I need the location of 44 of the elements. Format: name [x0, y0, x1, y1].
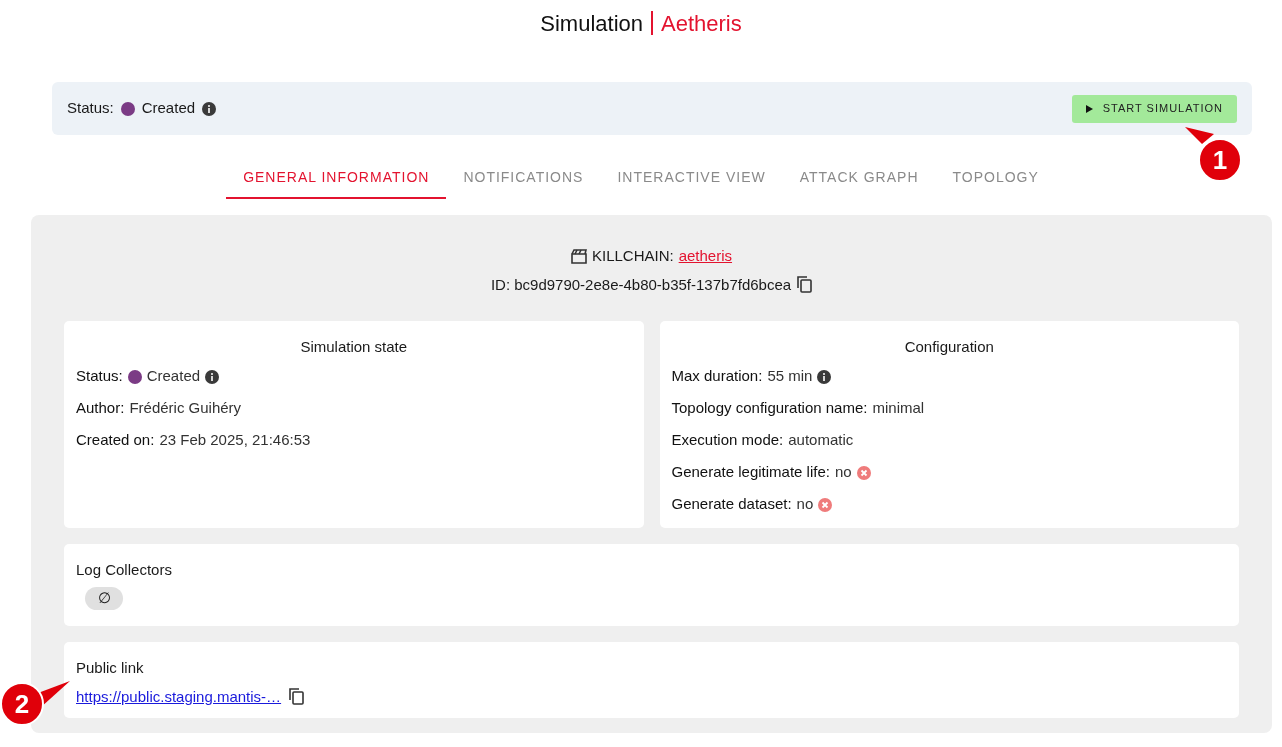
- field-label: Author:: [76, 398, 125, 419]
- page-subtitle: Aetheris: [661, 9, 742, 38]
- card-title: Log Collectors: [76, 560, 173, 580]
- tab[interactable]: ATTACK GRAPH: [782, 157, 936, 199]
- field-label: Max duration:: [671, 366, 763, 387]
- cross-circle-icon: [818, 497, 833, 512]
- field-label: Execution mode:: [671, 430, 784, 451]
- empty-chip: ∅: [85, 586, 123, 610]
- page-title: Simulation: [540, 9, 643, 38]
- field-label: Status:: [76, 366, 123, 387]
- copy-icon[interactable]: [289, 688, 305, 706]
- start-simulation-button[interactable]: START SIMULATION: [1071, 94, 1237, 123]
- copy-icon[interactable]: [797, 276, 813, 294]
- field-value: 55 min: [767, 366, 813, 387]
- info-icon: [202, 101, 217, 116]
- play-icon: [1085, 104, 1093, 113]
- tab[interactable]: TOPOLOGY: [935, 157, 1056, 199]
- info-icon: [205, 369, 220, 384]
- killchain-label: KILLCHAIN:: [591, 246, 674, 266]
- status-value: Created: [141, 98, 196, 119]
- tab[interactable]: NOTIFICATIONS: [446, 157, 601, 199]
- field-label: Generate dataset:: [671, 494, 792, 515]
- field-value: 23 Feb 2025, 21:46:53: [159, 430, 311, 451]
- killchain-id: ID: bc9d9790-2e8e-4b80-b35f-137b7fd6bcea: [490, 274, 792, 295]
- field-value: automatic: [788, 430, 854, 451]
- field-value: minimal: [872, 398, 925, 419]
- info-icon: [817, 369, 832, 384]
- card-title: Configuration: [903, 337, 995, 357]
- killchain-link[interactable]: aetheris: [678, 245, 733, 268]
- cross-circle-icon: [856, 465, 871, 480]
- tab[interactable]: INTERACTIVE VIEW: [600, 157, 783, 199]
- status-label: Status:: [67, 98, 114, 119]
- card-title: Simulation state: [299, 337, 409, 357]
- field-value: no: [796, 494, 814, 515]
- field-value: Frédéric Guihéry: [129, 398, 242, 419]
- public-link[interactable]: https://public.staging.mantis-…: [76, 685, 282, 708]
- field-label: Created on:: [76, 430, 155, 451]
- field-label: Generate legitimate life:: [671, 462, 830, 483]
- field-label: Topology configuration name:: [671, 398, 868, 419]
- clapperboard-icon: [570, 248, 587, 265]
- tab[interactable]: GENERAL INFORMATION: [226, 157, 447, 199]
- field-value: no: [834, 462, 852, 483]
- field-value: Created: [146, 366, 201, 387]
- card-title: Public link: [76, 658, 145, 678]
